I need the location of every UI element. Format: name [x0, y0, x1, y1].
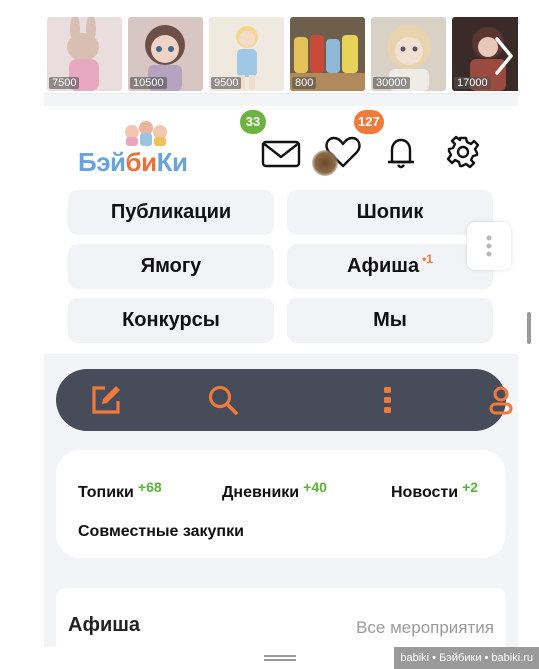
envelope-icon — [261, 140, 301, 168]
settings-button[interactable] — [442, 132, 484, 172]
afisha-title: Афиша — [68, 614, 141, 636]
thumbnail-item[interactable]: 30000 — [371, 17, 446, 91]
feed-diaries[interactable]: Дневники +40 — [222, 479, 327, 502]
thumbnail-price: 9500 — [211, 77, 242, 89]
thumbnail-price: 10500 — [130, 77, 167, 89]
edit-icon — [92, 386, 120, 414]
thumbnail-item[interactable]: 800 — [290, 17, 365, 91]
left-margin — [0, 0, 44, 669]
more-vertical-icon — [384, 387, 391, 413]
resize-handle[interactable] — [264, 655, 296, 661]
site-logo[interactable]: БэйбиКи — [78, 118, 214, 178]
chevron-right-icon — [495, 37, 513, 75]
nav-afisha-label: Афиша — [347, 255, 420, 277]
notifications-button[interactable] — [380, 132, 422, 172]
carousel-next-button[interactable] — [489, 26, 518, 86]
main-navigation: Публикации Шопик Ямогу Афиша •1 Конкурсы … — [44, 184, 518, 354]
doll-thumbnail-strip: 7500 10500 9500 800 30000 17000 — [44, 10, 518, 94]
feed-topics[interactable]: Топики +68 — [78, 479, 162, 502]
dolls-logo-icon — [125, 121, 167, 146]
nav-shop[interactable]: Шопик — [287, 190, 493, 235]
more-button[interactable] — [371, 383, 405, 417]
feed-news-count: +2 — [462, 479, 479, 495]
thumbnail-price: 800 — [292, 77, 317, 89]
feed-topics-count: +68 — [137, 479, 162, 495]
feed-topics-label: Топики — [78, 484, 134, 501]
thumbnail-price: 7500 — [49, 77, 80, 89]
action-bar — [56, 369, 513, 431]
nav-contests[interactable]: Конкурсы — [68, 298, 274, 343]
feed-joint-purchases[interactable]: Совместные закупки — [78, 523, 244, 541]
thumbnail-price: 17000 — [454, 77, 491, 89]
mobile-viewport: 7500 10500 9500 800 30000 17000 БэйбиКи … — [44, 10, 518, 647]
thumbnail-item[interactable]: 7500 — [47, 17, 122, 91]
profile-button[interactable] — [484, 383, 518, 417]
thumbnail-item[interactable]: 10500 — [128, 17, 203, 91]
nav-about-us[interactable]: Мы — [287, 298, 493, 343]
scrollbar-handle[interactable] — [527, 312, 531, 344]
gear-icon — [446, 135, 480, 169]
logo-text-part: би — [125, 147, 158, 177]
side-menu-tab[interactable] — [467, 222, 511, 270]
user-icon — [489, 386, 513, 415]
avatar[interactable] — [312, 150, 338, 176]
all-events-link[interactable]: Все мероприятия — [356, 618, 494, 638]
messages-count-badge: 33 — [240, 110, 266, 134]
thumbnail-item[interactable]: 9500 — [209, 17, 284, 91]
bell-icon — [388, 138, 414, 169]
nav-afisha-badge: •1 — [422, 251, 433, 266]
search-icon — [208, 385, 238, 415]
messages-button[interactable] — [260, 132, 302, 172]
search-button[interactable] — [206, 383, 240, 417]
feed-sections: Топики +68 Дневники +40 Новости +2 Совместн… — [56, 450, 506, 558]
thumbnail-price: 30000 — [373, 77, 410, 89]
site-header: БэйбиКи — [44, 106, 518, 184]
feed-news[interactable]: Новости +2 — [391, 479, 478, 502]
feed-news-label: Новости — [391, 484, 459, 501]
more-vertical-icon — [486, 235, 492, 257]
logo-text-part: Ки — [156, 147, 188, 177]
logo-text-part: Бэй — [78, 147, 126, 177]
notifications-count-badge: 127 — [354, 110, 384, 134]
nav-afisha[interactable]: Афиша •1 — [287, 244, 493, 289]
afisha-section: Афиша Все мероприятия — [56, 588, 506, 647]
feed-diaries-count: +40 — [303, 479, 327, 495]
write-button[interactable] — [89, 383, 123, 417]
nav-yamogu[interactable]: Ямогу — [68, 244, 274, 289]
feed-diaries-label: Дневники — [222, 484, 300, 501]
nav-publications[interactable]: Публикации — [68, 190, 274, 235]
watermark: babiki • Бэйбики • babiki.ru — [394, 647, 539, 669]
